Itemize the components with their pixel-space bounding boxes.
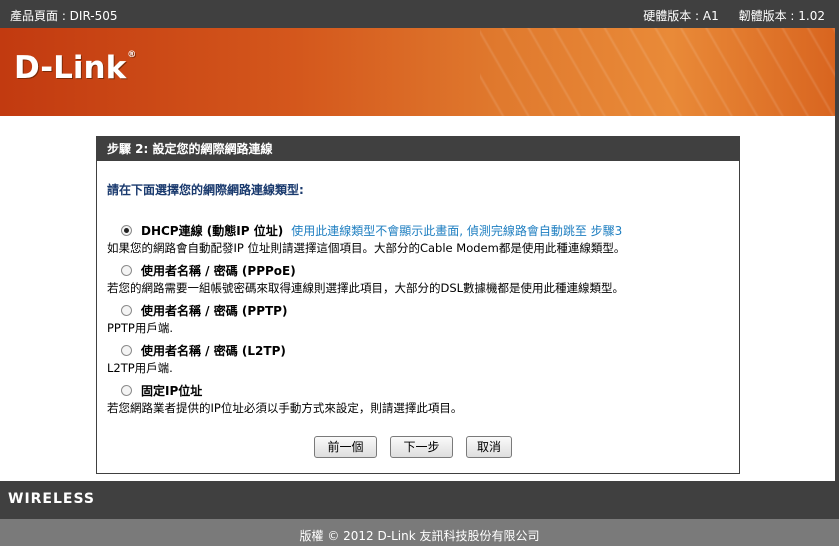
setup-wizard-panel: 步驟 2: 設定您的網際網路連線 請在下面選擇您的網際網路連線類型: DHCP連… xyxy=(96,136,740,474)
option-static-ip[interactable]: 固定IP位址 若您網路業者提供的IP位址必須以手動方式來設定，則請選擇此項目。 xyxy=(107,381,462,416)
option-label: 使用者名稱 / 密碼 (PPTP) xyxy=(141,303,288,318)
option-note: 使用此連線類型不會顯示此畫面, 偵測完線路會自動跳至 步驟3 xyxy=(291,223,623,238)
option-pppoe[interactable]: 使用者名稱 / 密碼 (PPPoE) 若您的網路需要一組帳號密碼來取得連線則選擇… xyxy=(107,261,624,296)
copyright-text: 版權 © 2012 D-Link 友訊科技股份有限公司 xyxy=(0,519,839,546)
option-description: PPTP用戶端. xyxy=(107,321,173,335)
prev-button[interactable]: 前一個 xyxy=(314,436,377,458)
option-l2tp[interactable]: 使用者名稱 / 密碼 (L2TP) L2TP用戶端. xyxy=(107,341,286,376)
firmware-version: 韌體版本 : 1.02 xyxy=(738,9,825,23)
option-label: 使用者名稱 / 密碼 (L2TP) xyxy=(141,343,286,358)
dlink-logo: D-Link® xyxy=(14,50,137,86)
banner-decoration xyxy=(480,28,839,116)
cancel-button[interactable]: 取消 xyxy=(466,436,512,458)
version-info: 硬體版本 : A1 韌體版本 : 1.02 xyxy=(627,7,825,24)
radio-dhcp[interactable] xyxy=(121,224,132,236)
radio-l2tp[interactable] xyxy=(121,344,132,356)
option-pptp[interactable]: 使用者名稱 / 密碼 (PPTP) PPTP用戶端. xyxy=(107,301,287,336)
wireless-footer-bar: WIRELESS xyxy=(0,481,835,519)
hardware-version: 硬體版本 : A1 xyxy=(643,9,719,23)
option-label: 固定IP位址 xyxy=(141,383,203,398)
option-dhcp[interactable]: DHCP連線 (動態IP 位址) 使用此連線類型不會顯示此畫面, 偵測完線路會自… xyxy=(107,221,625,256)
top-info-bar: 產品頁面 : DIR-505 硬體版本 : A1 韌體版本 : 1.02 xyxy=(0,0,839,28)
option-label: DHCP連線 (動態IP 位址) xyxy=(141,223,284,238)
option-description: 若您網路業者提供的IP位址必須以手動方式來設定，則請選擇此項目。 xyxy=(107,401,463,415)
option-description: 如果您的網路會自動配發IP 位址則請選擇這個項目。大部分的Cable Modem… xyxy=(107,241,626,255)
radio-pptp[interactable] xyxy=(121,304,132,316)
panel-title: 步驟 2: 設定您的網際網路連線 xyxy=(97,137,739,161)
option-description: L2TP用戶端. xyxy=(107,361,173,375)
option-description: 若您的網路需要一組帳號密碼來取得連線則選擇此項目，大部分的DSL數據機都是使用此… xyxy=(107,281,625,295)
brand-banner: D-Link® xyxy=(0,28,839,116)
radio-static-ip[interactable] xyxy=(121,384,132,396)
wireless-label: WIRELESS xyxy=(8,491,96,507)
product-label: 產品頁面 : DIR-505 xyxy=(10,9,118,23)
next-button[interactable]: 下一步 xyxy=(390,436,453,458)
connection-type-prompt: 請在下面選擇您的網際網路連線類型: xyxy=(107,183,304,197)
right-edge-bar xyxy=(835,28,839,519)
option-label: 使用者名稱 / 密碼 (PPPoE) xyxy=(141,263,296,278)
radio-pppoe[interactable] xyxy=(121,264,132,276)
wizard-buttons: 前一個 下一步 取消 xyxy=(314,436,525,458)
